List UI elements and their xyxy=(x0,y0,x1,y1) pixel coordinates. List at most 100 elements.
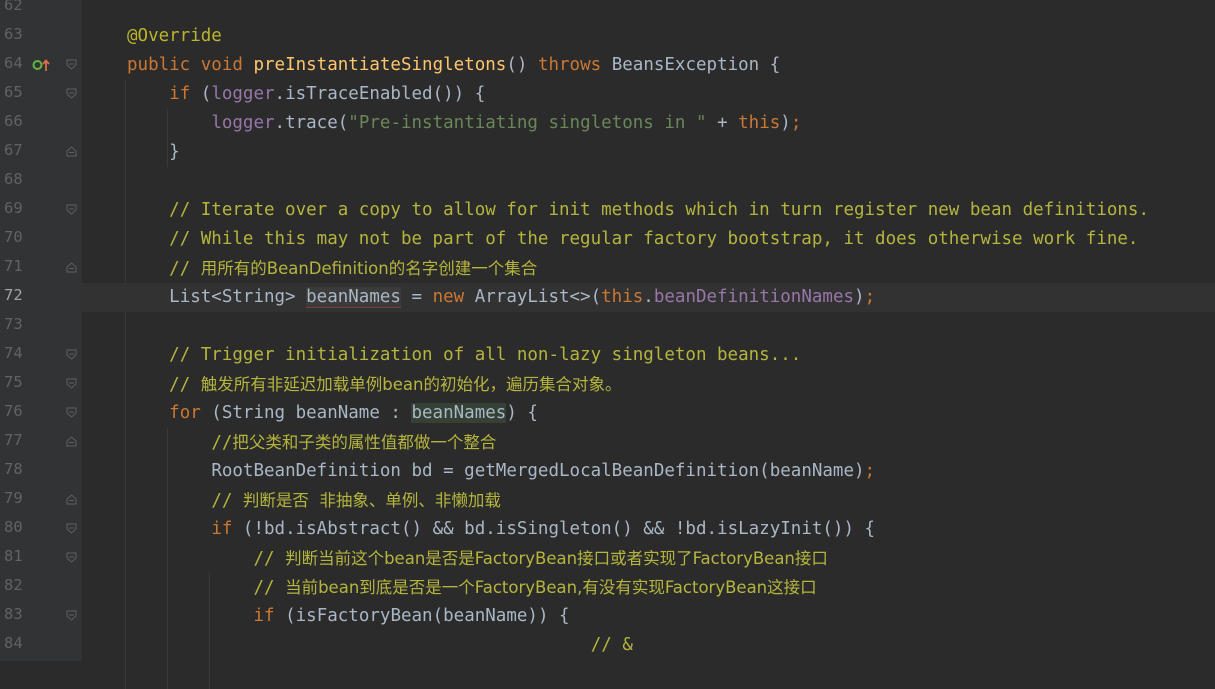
code-token: this xyxy=(601,287,644,307)
code-line[interactable]: @Override xyxy=(127,22,222,51)
code-line[interactable]: } xyxy=(169,138,180,167)
code-token: } xyxy=(169,142,180,162)
gutter-row[interactable]: 70 xyxy=(0,225,82,254)
code-line[interactable]: // Iterate over a copy to allow for init… xyxy=(169,196,1149,225)
line-number: 84 xyxy=(4,634,23,652)
fold-open-icon[interactable] xyxy=(66,349,77,360)
code-token: 用所有的BeanDefinition的名字创建一个集合 xyxy=(200,259,538,278)
line-number: 74 xyxy=(4,344,23,362)
gutter-row[interactable]: 64 xyxy=(0,51,82,80)
indent-guide xyxy=(167,109,169,167)
code-token: RootBeanDefinition bd = getMergedLocalBe… xyxy=(211,461,865,481)
code-token: // & xyxy=(590,635,633,655)
line-number: 77 xyxy=(4,431,23,449)
code-token: .trace( xyxy=(274,113,349,133)
gutter-row[interactable]: 68 xyxy=(0,167,82,196)
code-line[interactable]: // & xyxy=(591,631,633,660)
gutter-row[interactable]: 76 xyxy=(0,399,82,428)
code-token: 当前bean到底是否是一个FactoryBean,有没有实现FactoryBea… xyxy=(285,578,817,597)
fold-open-icon[interactable] xyxy=(66,610,77,621)
line-number: 69 xyxy=(4,199,23,217)
gutter-row[interactable]: 74 xyxy=(0,341,82,370)
code-line[interactable]: // 用所有的BeanDefinition的名字创建一个集合 xyxy=(169,254,537,283)
code-line[interactable]: if (isFactoryBean(beanName)) { xyxy=(253,602,569,631)
fold-open-icon[interactable] xyxy=(66,204,77,215)
line-number: 70 xyxy=(4,228,23,246)
code-token: ArrayList<>( xyxy=(464,287,602,307)
code-area[interactable]: @Override public void preInstantiateSingl… xyxy=(82,0,1215,689)
fold-open-icon[interactable] xyxy=(66,59,77,70)
fold-close-icon[interactable] xyxy=(66,146,77,157)
line-number: 68 xyxy=(4,170,23,188)
line-number: 80 xyxy=(4,518,23,536)
line-number: 78 xyxy=(4,460,23,478)
code-line[interactable]: // 判断是否 非抽象、单例、非懒加载 xyxy=(211,486,501,515)
gutter-row[interactable]: 67 xyxy=(0,138,82,167)
gutter-row[interactable]: 75 xyxy=(0,370,82,399)
gutter-row[interactable]: 72 xyxy=(0,283,82,312)
code-token: 触发所有非延迟加载单例bean的初始化，遍历集合对象。 xyxy=(200,375,622,394)
gutter-row[interactable]: 83 xyxy=(0,602,82,631)
line-number: 79 xyxy=(4,489,23,507)
gutter-row[interactable]: 78 xyxy=(0,457,82,486)
code-token: // xyxy=(211,433,233,453)
line-number: 81 xyxy=(4,547,23,565)
line-number: 83 xyxy=(4,605,23,623)
code-line[interactable]: // 当前bean到底是否是一个FactoryBean,有没有实现Factory… xyxy=(253,573,816,602)
gutter-row[interactable]: 81 xyxy=(0,544,82,573)
gutter-row[interactable]: 77 xyxy=(0,428,82,457)
fold-open-icon[interactable] xyxy=(66,407,77,418)
code-token: logger xyxy=(211,113,275,133)
code-line[interactable]: logger.trace("Pre-instantiating singleto… xyxy=(211,109,801,138)
code-line[interactable]: RootBeanDefinition bd = getMergedLocalBe… xyxy=(211,457,875,486)
code-token: new xyxy=(432,287,465,307)
line-number-gutter[interactable]: 62 63 64 65 66 67 68 69 70 71 72 73 74 75 76 77 78 79 80 81… xyxy=(0,0,82,661)
line-number: 65 xyxy=(4,83,23,101)
fold-open-icon[interactable] xyxy=(66,552,77,563)
code-line[interactable]: // While this may not be part of the reg… xyxy=(169,225,1138,254)
code-token: .isTraceEnabled()) { xyxy=(274,84,486,104)
code-line[interactable]: List<String> beanNames = new ArrayList<>… xyxy=(169,283,875,312)
code-token: 判断是否 非抽象、单例、非懒加载 xyxy=(242,491,501,510)
code-line[interactable]: if (!bd.isAbstract() && bd.isSingleton()… xyxy=(211,515,875,544)
line-number: 76 xyxy=(4,402,23,420)
code-token: logger xyxy=(211,84,275,104)
gutter-row[interactable]: 65 xyxy=(0,80,82,109)
fold-close-icon[interactable] xyxy=(66,436,77,447)
gutter-row[interactable]: 84 xyxy=(0,631,82,660)
line-number: 64 xyxy=(4,54,23,72)
code-token: 把父类和子类的属性值都做一个整合 xyxy=(232,433,497,452)
line-number: 73 xyxy=(4,315,23,333)
fold-close-icon[interactable] xyxy=(66,262,77,273)
gutter-row[interactable]: 80 xyxy=(0,515,82,544)
code-line[interactable]: // 触发所有非延迟加载单例bean的初始化，遍历集合对象。 xyxy=(169,370,621,399)
code-line[interactable]: if (logger.isTraceEnabled()) { xyxy=(169,80,485,109)
line-number: 62 xyxy=(4,0,23,14)
gutter-row[interactable]: 63 xyxy=(0,22,82,51)
code-token: ; xyxy=(864,461,876,481)
gutter-row[interactable]: 73 xyxy=(0,312,82,341)
gutter-row[interactable]: 71 xyxy=(0,254,82,283)
fold-open-icon[interactable] xyxy=(66,378,77,389)
gutter-row[interactable]: 82 xyxy=(0,573,82,602)
code-line[interactable]: // Trigger initialization of all non-laz… xyxy=(169,341,801,370)
code-token: if xyxy=(169,84,191,104)
code-line[interactable]: for (String beanName : beanNames) { xyxy=(169,399,538,428)
gutter-row[interactable]: 62 xyxy=(0,0,82,22)
code-line[interactable]: // 判断当前这个bean是否是FactoryBean接口或者实现了Factor… xyxy=(253,544,827,573)
code-line[interactable]: public void preInstantiateSingletons() t… xyxy=(127,51,780,80)
fold-open-icon[interactable] xyxy=(66,523,77,534)
code-token: () xyxy=(506,55,538,75)
code-editor[interactable]: 62 63 64 65 66 67 68 69 70 71 72 73 74 75 76 77 78 79 80 81… xyxy=(0,0,1215,689)
code-line[interactable]: //把父类和子类的属性值都做一个整合 xyxy=(211,428,496,457)
gutter-row[interactable]: 79 xyxy=(0,486,82,515)
gutter-row[interactable]: 66 xyxy=(0,109,82,138)
indent-guide xyxy=(209,573,211,689)
override-up-arrow-icon[interactable] xyxy=(32,57,52,73)
code-token: // xyxy=(253,578,286,598)
code-token: public xyxy=(127,55,191,75)
gutter-row[interactable]: 69 xyxy=(0,196,82,225)
fold-open-icon[interactable] xyxy=(66,88,77,99)
fold-close-icon[interactable] xyxy=(66,494,77,505)
